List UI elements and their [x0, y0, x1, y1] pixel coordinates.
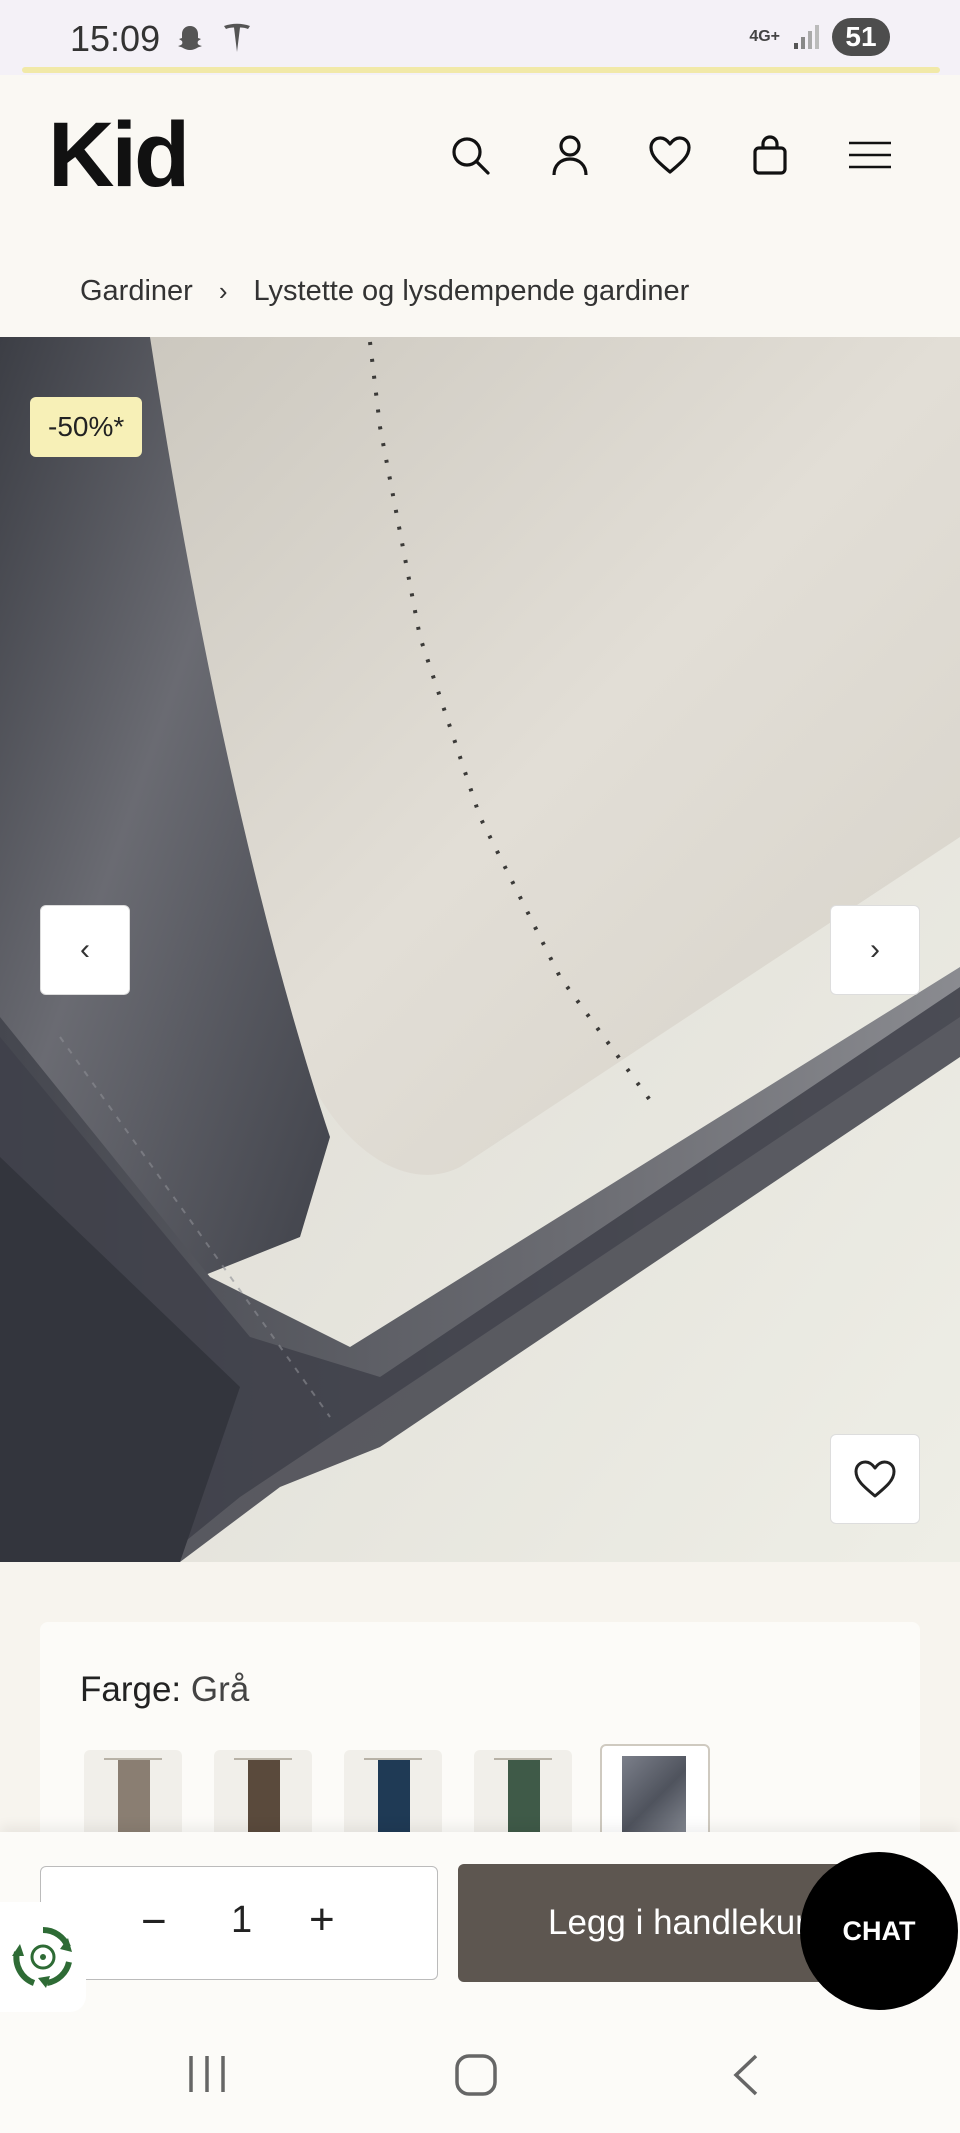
- gallery-prev-button[interactable]: ‹: [40, 905, 130, 995]
- quantity-increase-button[interactable]: +: [309, 1895, 335, 1945]
- breadcrumb-link-current[interactable]: Lystette og lysdempende gardiner: [254, 275, 690, 308]
- chevron-left-icon: ‹: [80, 933, 90, 966]
- status-right: 4G+ 51: [749, 18, 890, 56]
- color-swatch-grey[interactable]: [600, 1744, 710, 1846]
- purchase-bar: − 1 + Legg i handlekurv CHAT: [0, 1832, 960, 2012]
- menu-icon[interactable]: [845, 130, 895, 180]
- gallery-next-button[interactable]: ›: [830, 905, 920, 995]
- notification-icons: [174, 22, 252, 54]
- progress-bar: [22, 67, 940, 73]
- color-label-row: Farge: Grå: [80, 1670, 249, 1710]
- chat-button[interactable]: CHAT: [800, 1852, 958, 2010]
- search-icon[interactable]: [445, 130, 495, 180]
- cart-bag-icon[interactable]: [745, 130, 795, 180]
- back-icon[interactable]: [728, 2052, 764, 2098]
- add-to-wishlist-button[interactable]: [830, 1434, 920, 1524]
- signal-icon: [794, 25, 819, 49]
- quantity-stepper: − 1 +: [40, 1866, 438, 1980]
- color-value: Grå: [190, 1670, 250, 1709]
- status-bar: 15:09 4G+ 51: [0, 0, 960, 75]
- breadcrumb-link-gardiner[interactable]: Gardiner: [80, 275, 193, 308]
- color-selector: Farge: Grå: [40, 1622, 920, 1846]
- color-swatch-brown[interactable]: [214, 1750, 312, 1842]
- snapchat-icon: [178, 26, 202, 50]
- heart-icon: [854, 1460, 896, 1498]
- breadcrumb-separator: ›: [218, 275, 228, 306]
- color-swatch-green[interactable]: [474, 1750, 572, 1842]
- network-type: 4G+: [749, 28, 780, 45]
- quantity-value[interactable]: 1: [231, 1899, 252, 1942]
- account-icon[interactable]: [545, 130, 595, 180]
- tesla-icon: [224, 23, 250, 52]
- breadcrumb: Gardiner › Lystette og lysdempende gardi…: [0, 245, 960, 337]
- color-label: Farge:: [80, 1670, 182, 1709]
- battery-indicator: 51: [832, 18, 890, 56]
- home-icon[interactable]: [453, 2052, 499, 2098]
- wishlist-heart-icon[interactable]: [645, 130, 695, 180]
- product-image-gallery[interactable]: -50%* ‹ ›: [0, 337, 960, 1562]
- add-to-cart-label: Legg i handlekurv: [548, 1903, 825, 1942]
- site-header: Kid: [0, 75, 960, 245]
- quantity-decrease-button[interactable]: −: [141, 1897, 167, 1947]
- chat-label: CHAT: [842, 1915, 916, 1946]
- recycle-icon: [12, 1927, 72, 1988]
- product-image: [0, 337, 960, 1562]
- system-nav-bar: [0, 2012, 960, 2133]
- color-swatch-beige[interactable]: [84, 1750, 182, 1842]
- logo[interactable]: Kid: [48, 103, 190, 208]
- color-swatch-navy[interactable]: [344, 1750, 442, 1842]
- discount-badge: -50%*: [30, 397, 143, 457]
- chevron-right-icon: ›: [870, 933, 880, 966]
- sustainability-badge[interactable]: [0, 1902, 86, 2012]
- status-time: 15:09: [70, 18, 161, 59]
- recents-icon[interactable]: [185, 2052, 229, 2096]
